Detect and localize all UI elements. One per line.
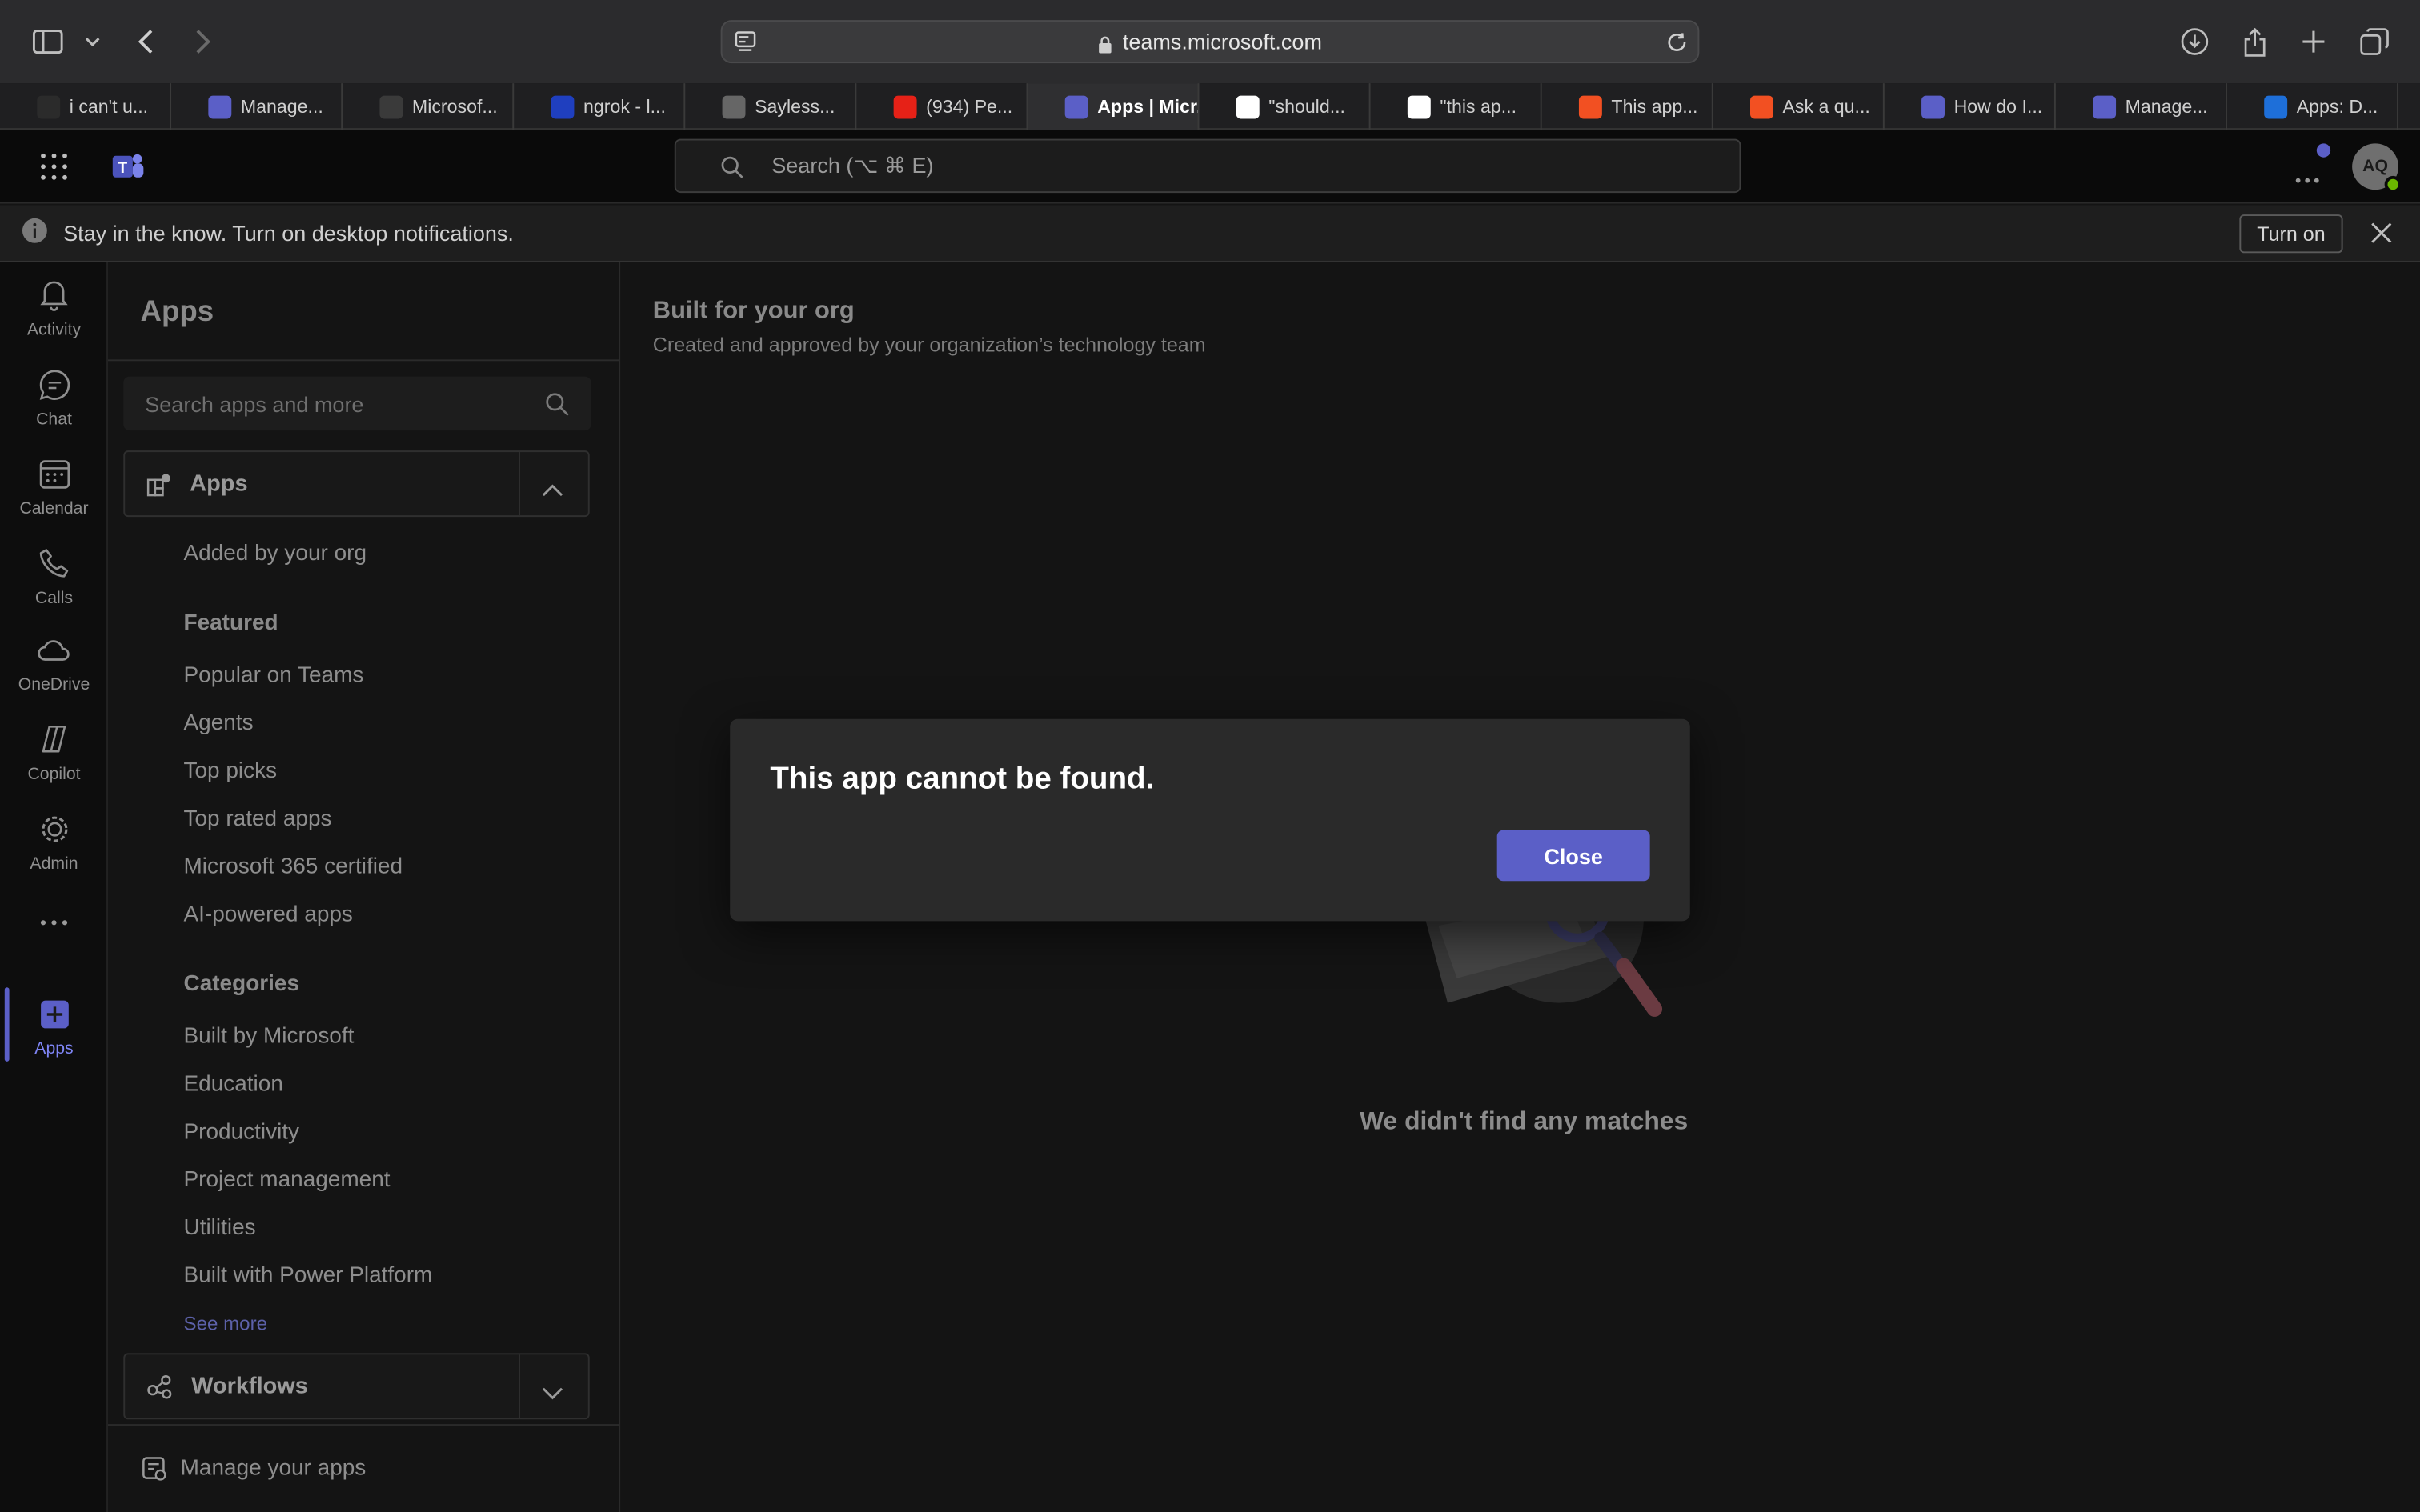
browser-tab-label: Apps: D... [2296, 95, 2378, 118]
browser-tab-label: Ask a qu... [1782, 95, 1870, 118]
browser-tab-label: "this ap... [1440, 95, 1517, 118]
teams-icon [208, 94, 232, 118]
bing-icon [1921, 94, 1945, 118]
reload-icon[interactable] [1665, 31, 1689, 59]
browser-tab[interactable]: "this ap... [1371, 83, 1542, 130]
search-icon [721, 156, 744, 184]
browser-toolbar: teams.microsoft.com [0, 0, 2420, 84]
browser-tab-label: Manage... [2125, 95, 2208, 118]
back-icon[interactable] [133, 22, 161, 62]
address-bar[interactable]: teams.microsoft.com [720, 20, 1700, 64]
browser-tab-label: "should... [1268, 95, 1345, 118]
new-tab-icon[interactable] [2300, 22, 2328, 62]
teams-icon [2093, 94, 2117, 118]
browser-tab-label: Microsof... [411, 95, 498, 118]
global-search-placeholder: Search (⌥ ⌘ E) [771, 152, 934, 178]
browser-tab[interactable]: Apps | Micr... [1028, 83, 1200, 130]
avatar[interactable]: AQ [2352, 143, 2402, 194]
teams-header: T Search (⌥ ⌘ E) AQ [0, 129, 2420, 204]
browser-tab[interactable]: This app... [1542, 83, 1713, 130]
tab-strip: i can't u... Manage... Microsof... ngrok - … [0, 83, 2420, 130]
browser-tab-label: ngrok - l... [583, 95, 666, 118]
spider-icon [37, 94, 61, 118]
teams-logo-icon: T [111, 150, 145, 191]
browser-tab-label: Sayless... [755, 95, 835, 118]
app-launcher-icon[interactable] [40, 153, 68, 188]
global-search-input[interactable]: Search (⌥ ⌘ E) [674, 138, 1741, 194]
forward-icon[interactable] [188, 22, 216, 62]
ngrok-icon [551, 94, 575, 118]
browser-tab-label: Apps | Micr... [1097, 95, 1197, 118]
close-button[interactable]: Close [1496, 830, 1650, 882]
browser-tab-label: How do I... [1953, 95, 2043, 118]
browser-tab-label: This app... [1611, 95, 1698, 118]
powerapps-icon [2264, 94, 2288, 118]
notification-dot-icon [2316, 143, 2331, 158]
svg-text:T: T [118, 160, 127, 177]
tab-overview-icon[interactable] [2358, 22, 2390, 62]
browser-tab[interactable]: Sayless... [685, 83, 857, 130]
microsoft-icon [1578, 94, 1602, 118]
teams-icon [1064, 94, 1088, 118]
lock-icon [1098, 33, 1112, 53]
browser-tab[interactable]: Microsof... [343, 83, 515, 130]
google-icon [1407, 94, 1431, 118]
page-menu-icon[interactable] [735, 31, 756, 58]
browser-tab-label: (934) Pe... [926, 95, 1013, 118]
a-icon [722, 94, 746, 118]
download-icon[interactable] [2179, 22, 2210, 62]
layers-icon [379, 94, 403, 118]
microsoft-icon [1749, 94, 1773, 118]
browser-tab[interactable]: Ask a qu... [1713, 83, 1885, 130]
google-icon [1236, 94, 1260, 118]
presence-available-icon [2384, 175, 2402, 194]
avatar-initials: AQ [2362, 157, 2388, 176]
error-dialog: This app cannot be found. Close [730, 718, 1690, 922]
dialog-title: This app cannot be found. [770, 762, 1155, 797]
youtube-icon [893, 94, 917, 118]
url-text: teams.microsoft.com [1122, 29, 1322, 54]
browser-tab[interactable]: i can't u... [0, 83, 172, 130]
browser-tab-label: i can't u... [69, 95, 149, 118]
browser-tab-label: Manage... [240, 95, 323, 118]
browser-tab[interactable]: "should... [1199, 83, 1371, 130]
chevron-down-icon[interactable] [83, 22, 102, 62]
browser-tab[interactable]: (934) Pe... [856, 83, 1028, 130]
browser-tab[interactable]: Apps: D... [2227, 83, 2398, 130]
browser-tab[interactable]: Manage... [171, 83, 343, 130]
sidebar-toggle-icon[interactable] [31, 22, 65, 62]
browser-tab[interactable]: Manage... [2056, 83, 2227, 130]
more-options-icon[interactable] [2295, 163, 2320, 191]
share-icon[interactable] [2241, 22, 2269, 62]
browser-tab[interactable]: How do I... [1885, 83, 2056, 130]
browser-tab[interactable]: ngrok - l... [514, 83, 686, 130]
